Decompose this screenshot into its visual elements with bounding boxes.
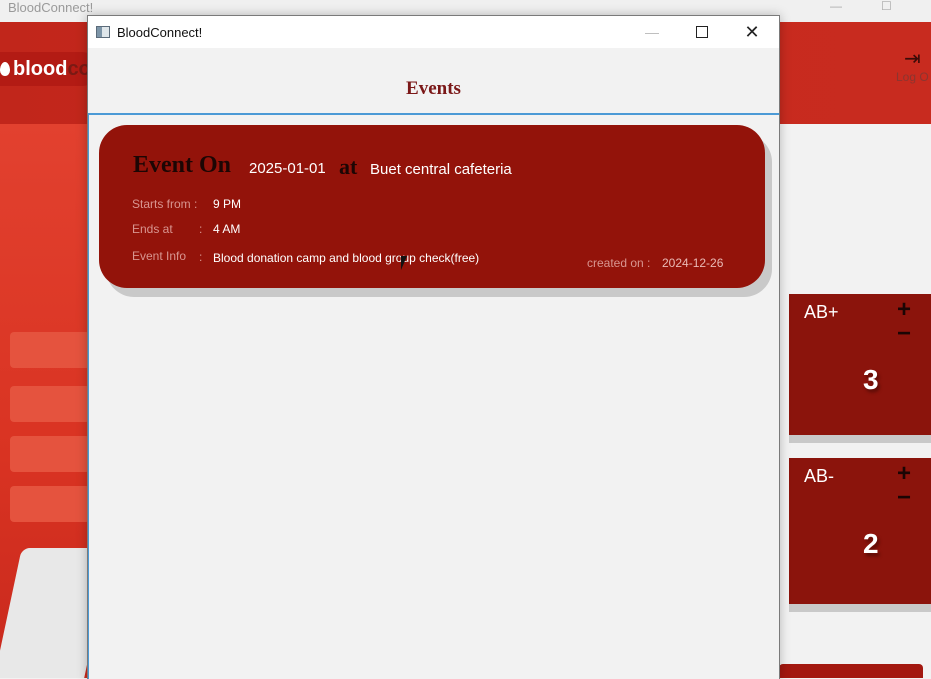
starts-label: Starts from : <box>132 197 198 211</box>
sidebar-decoration <box>0 124 112 678</box>
background-button[interactable] <box>779 664 923 678</box>
close-button[interactable]: ✕ <box>729 16 775 48</box>
event-date: 2025-01-01 <box>249 160 326 177</box>
blood-type-label: AB- <box>804 466 835 486</box>
minimize-button[interactable]: — <box>629 16 675 48</box>
blood-card-ab-neg: AB- + − 2 <box>789 458 931 604</box>
minus-icon[interactable]: − <box>897 484 911 512</box>
event-on-label: Event On <box>133 152 232 178</box>
ends-value: 4 AM <box>213 222 241 236</box>
event-at-label: at <box>339 154 358 179</box>
background-minimize-icon[interactable]: — <box>830 0 842 12</box>
background-maximize-icon[interactable]: ☐ <box>881 0 892 12</box>
ends-label: Ends at <box>132 222 173 236</box>
blood-count: 3 <box>863 364 879 395</box>
logout-label: Log O <box>896 70 929 84</box>
info-value: Blood donation camp and blood group chec… <box>213 251 480 265</box>
created-label: created on : <box>587 256 651 270</box>
divider <box>88 115 89 679</box>
page-title: Events <box>406 78 461 99</box>
mouse-cursor-icon <box>401 256 413 270</box>
maximize-button[interactable] <box>679 16 725 48</box>
logout-icon: ⇥ <box>903 48 921 70</box>
app-window-icon <box>96 26 110 38</box>
dialog-header: Events <box>88 48 779 115</box>
events-dialog: BloodConnect! — ✕ Events Event On 2025-0… <box>87 15 780 679</box>
maximize-icon <box>696 26 708 38</box>
event-place: Buet central cafeteria <box>370 161 512 178</box>
event-card[interactable]: Event On 2025-01-01 at Buet central cafe… <box>99 125 765 288</box>
info-colon: : <box>199 250 203 264</box>
blood-drop-icon <box>0 62 10 76</box>
blood-count: 2 <box>863 528 879 559</box>
info-label: Event Info <box>132 249 187 263</box>
starts-value: 9 PM <box>213 197 242 211</box>
dialog-title: BloodConnect! <box>117 25 203 40</box>
app-logo: bloodco <box>0 52 99 86</box>
blood-type-label: AB+ <box>804 302 839 322</box>
background-window-title: BloodConnect! <box>8 0 94 15</box>
ends-colon: : <box>199 222 203 236</box>
dialog-titlebar: BloodConnect! — ✕ <box>88 16 779 48</box>
blood-card-ab-pos: AB+ + − 3 <box>789 294 931 435</box>
created-value: 2024-12-26 <box>662 256 724 270</box>
minus-icon[interactable]: − <box>897 320 911 348</box>
logout-button[interactable]: ⇥ Log O <box>896 48 929 84</box>
logo-text: blood <box>13 58 68 80</box>
